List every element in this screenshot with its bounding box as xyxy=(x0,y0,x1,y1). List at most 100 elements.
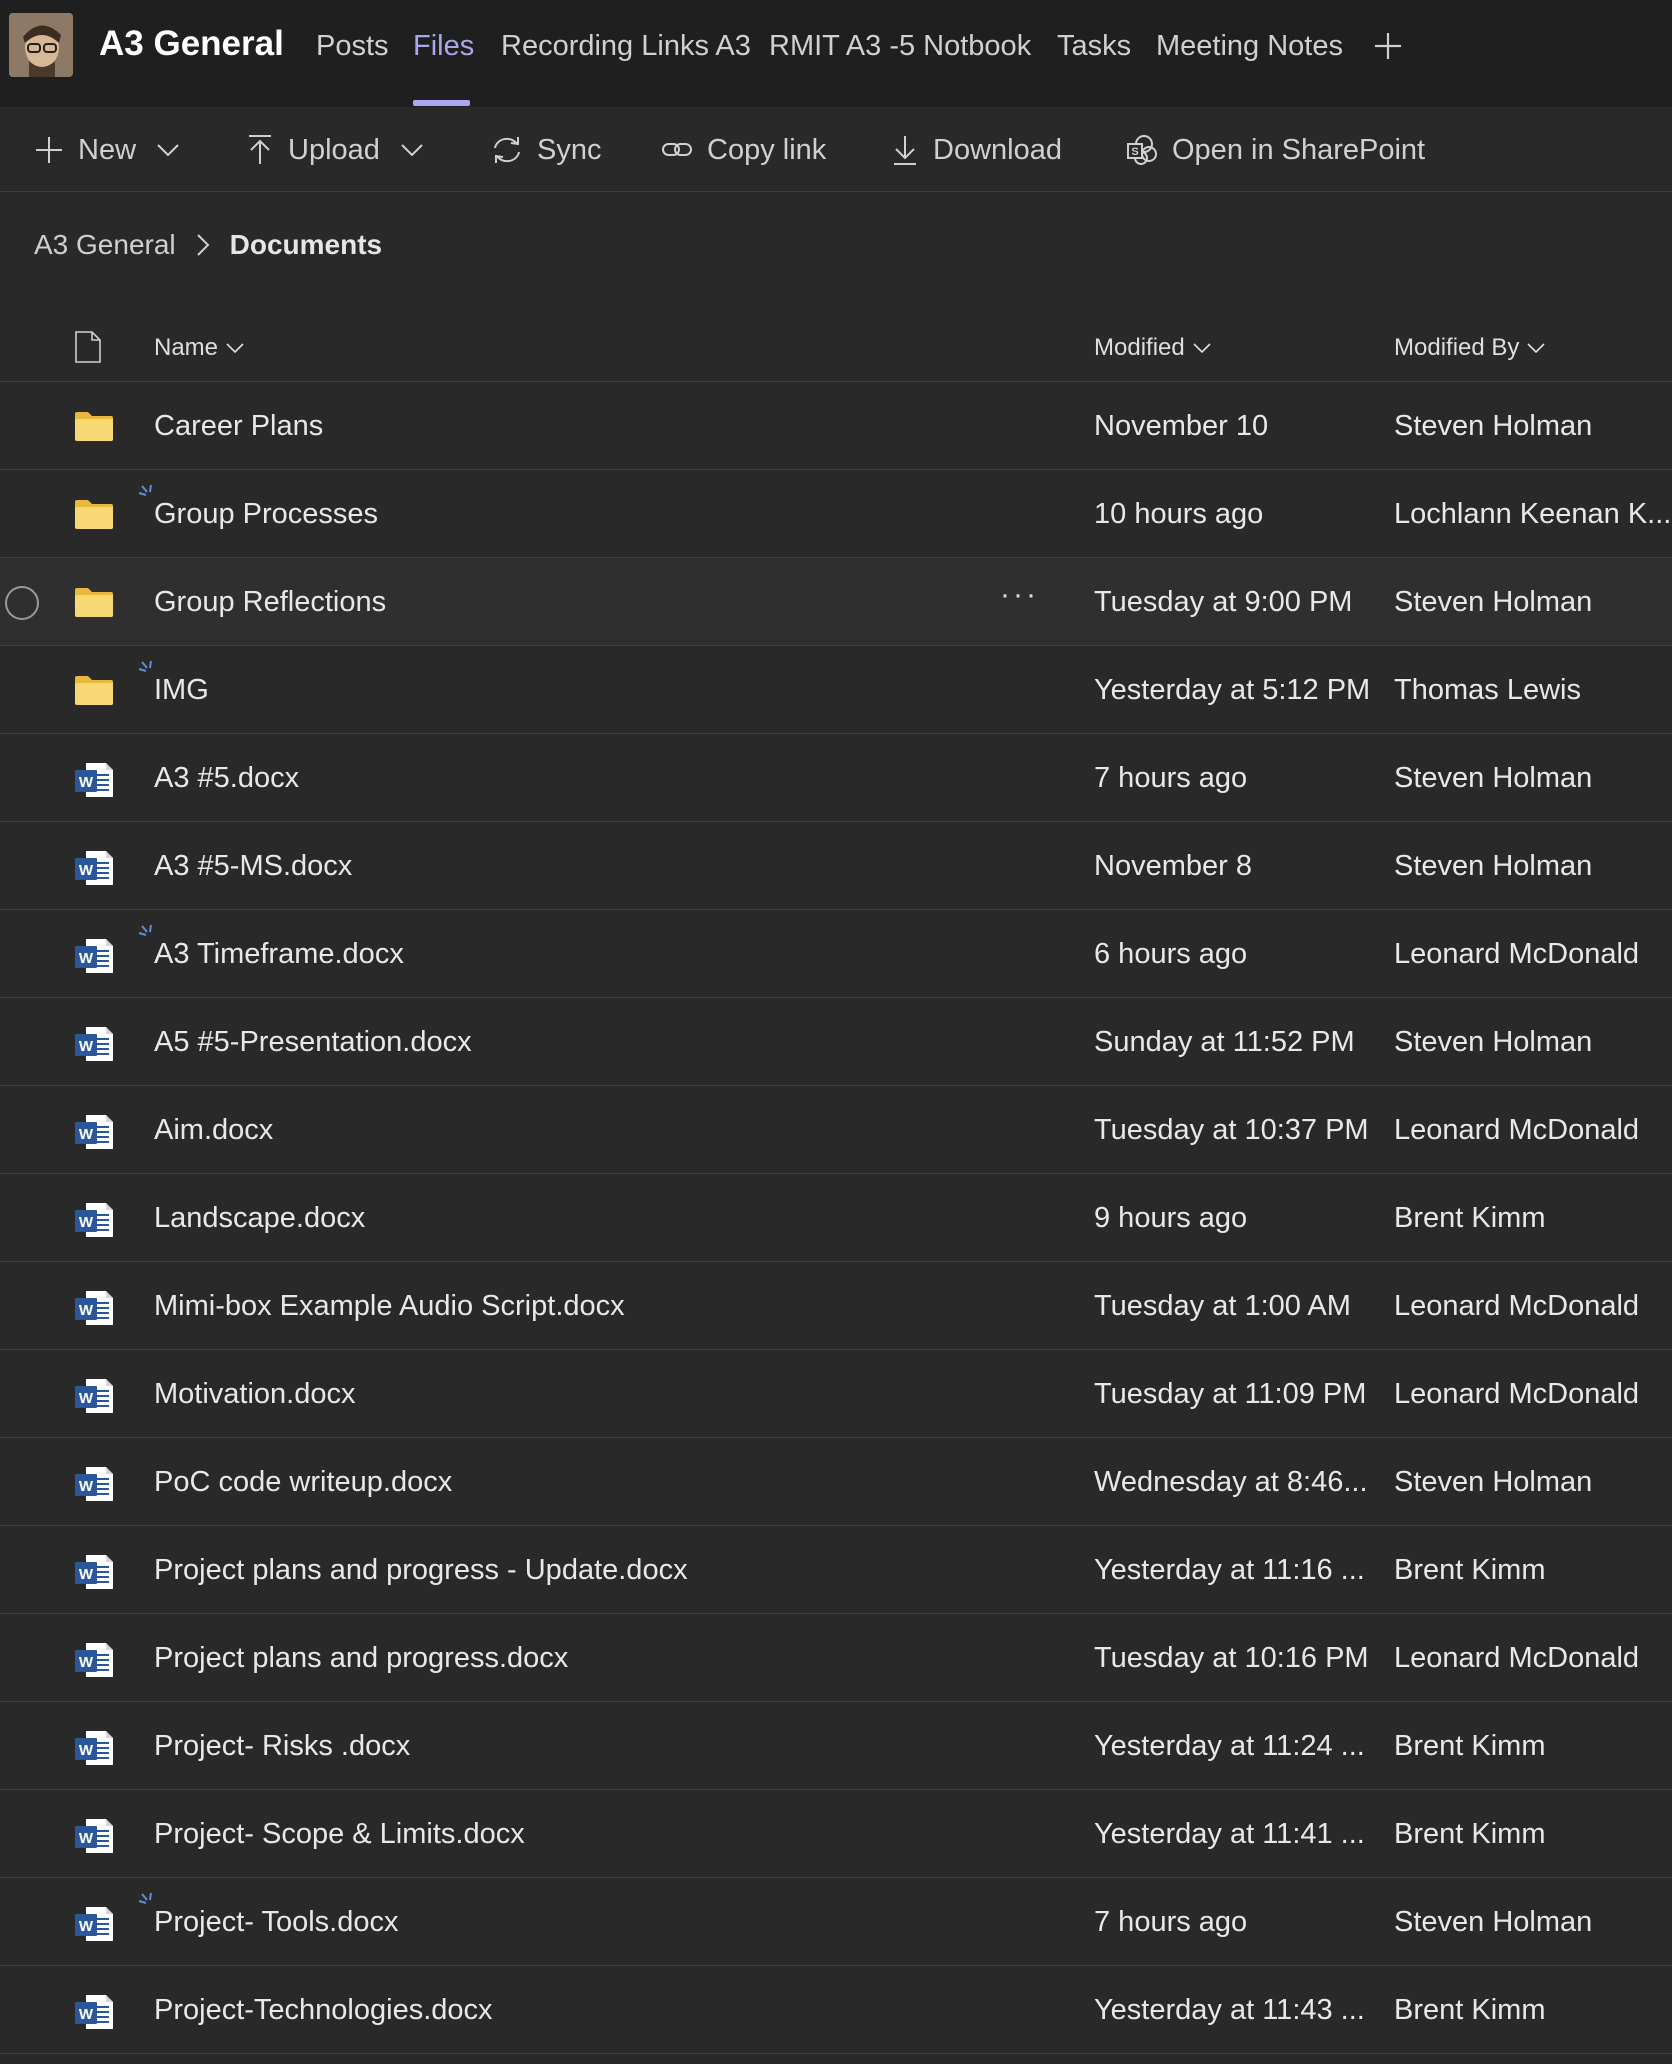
file-modified: Yesterday at 11:24 ... xyxy=(1094,1730,1365,1762)
word-document-icon: W xyxy=(74,1994,114,2029)
file-name[interactable]: Project- Tools.docx xyxy=(154,1906,398,1939)
file-name[interactable]: Project-Technologies.docx xyxy=(154,1994,493,2027)
column-header-modified-by[interactable]: Modified By xyxy=(1394,334,1545,362)
folder-row[interactable]: IMG Yesterday at 5:12 PM Thomas Lewis xyxy=(0,646,1672,734)
file-name[interactable]: Project- Risks .docx xyxy=(154,1730,410,1763)
tab-files[interactable]: Files xyxy=(413,30,474,63)
folder-row[interactable]: Career Plans November 10 Steven Holman xyxy=(0,382,1672,470)
more-options-button[interactable]: ··· xyxy=(1000,578,1039,612)
column-header-name[interactable]: Name xyxy=(154,334,244,362)
file-name[interactable]: Project plans and progress.docx xyxy=(154,1642,568,1675)
file-rows: Career Plans November 10 Steven Holman Grou… xyxy=(0,382,1672,2054)
svg-text:S: S xyxy=(1131,146,1138,158)
file-modified-by: Leonard McDonald xyxy=(1394,1642,1640,1674)
word-document-icon: W xyxy=(74,938,114,973)
word-document-icon: W xyxy=(74,1818,114,1853)
file-name[interactable]: A3 #5-MS.docx xyxy=(154,850,352,883)
file-name[interactable]: Project- Scope & Limits.docx xyxy=(154,1818,525,1851)
chevron-down-icon xyxy=(156,143,180,157)
file-modified: Sunday at 11:52 PM xyxy=(1094,1026,1355,1058)
file-modified: Yesterday at 11:41 ... xyxy=(1094,1818,1365,1850)
file-name[interactable]: Aim.docx xyxy=(154,1114,273,1147)
file-modified-by: Steven Holman xyxy=(1394,586,1593,618)
file-modified: November 10 xyxy=(1094,410,1269,442)
file-name[interactable]: Landscape.docx xyxy=(154,1202,365,1235)
tab-tasks[interactable]: Tasks xyxy=(1057,30,1131,63)
file-name[interactable]: Group Processes xyxy=(154,498,378,531)
file-row[interactable]: W Project-Technologies.docx Yesterday at 1… xyxy=(0,1966,1672,2054)
folder-row[interactable]: Group Reflections ··· Tuesday at 9:00 PM St… xyxy=(0,558,1672,646)
svg-text:W: W xyxy=(79,1302,94,1319)
breadcrumb: A3 General Documents xyxy=(34,225,382,265)
svg-text:W: W xyxy=(79,1478,94,1495)
file-row[interactable]: W Project- Scope & Limits.docx Yesterday a… xyxy=(0,1790,1672,1878)
svg-text:W: W xyxy=(79,1830,94,1847)
file-modified-by: Steven Holman xyxy=(1394,1466,1593,1498)
file-type-column-icon[interactable] xyxy=(74,330,102,369)
breadcrumb-parent[interactable]: A3 General xyxy=(34,229,176,261)
file-row[interactable]: W Mimi-box Example Audio Script.docx Tuesd… xyxy=(0,1262,1672,1350)
new-button[interactable]: New xyxy=(34,128,180,172)
sync-icon xyxy=(491,135,523,165)
file-name[interactable]: A5 #5-Presentation.docx xyxy=(154,1026,472,1059)
new-label: New xyxy=(78,133,137,166)
file-row[interactable]: W A3 Timeframe.docx 6 hours ago Leonard McD… xyxy=(0,910,1672,998)
file-modified-by: Steven Holman xyxy=(1394,1906,1593,1938)
row-select-radio[interactable] xyxy=(5,586,39,620)
tab-posts[interactable]: Posts xyxy=(316,30,389,63)
plus-icon xyxy=(1375,33,1401,59)
file-name[interactable]: IMG xyxy=(154,674,209,707)
sharepoint-icon: S xyxy=(1126,134,1158,166)
file-row[interactable]: W A3 #5.docx 7 hours ago Steven Holman xyxy=(0,734,1672,822)
tab-meeting-notes[interactable]: Meeting Notes xyxy=(1156,30,1343,63)
file-modified: 7 hours ago xyxy=(1094,1906,1248,1938)
file-modified: Tuesday at 10:16 PM xyxy=(1094,1642,1369,1674)
tab-recording-links[interactable]: Recording Links A3 xyxy=(501,30,751,63)
copy-link-button[interactable]: Copy link xyxy=(661,128,826,172)
svg-text:W: W xyxy=(79,774,94,791)
file-name[interactable]: Motivation.docx xyxy=(154,1378,356,1411)
file-row[interactable]: W Project- Risks .docx Yesterday at 11:24 … xyxy=(0,1702,1672,1790)
word-document-icon: W xyxy=(74,1730,114,1765)
upload-button[interactable]: Upload xyxy=(246,128,424,172)
file-row[interactable]: W Motivation.docx Tuesday at 11:09 PM Leona… xyxy=(0,1350,1672,1438)
word-document-icon: W xyxy=(74,1378,114,1413)
file-row[interactable]: W A3 #5-MS.docx November 8 Steven Holman xyxy=(0,822,1672,910)
file-modified-by: Leonard McDonald xyxy=(1394,1378,1640,1410)
file-name[interactable]: Project plans and progress - Update.docx xyxy=(154,1554,688,1587)
add-tab-button[interactable] xyxy=(1372,30,1404,62)
open-in-sharepoint-button[interactable]: S Open in SharePoint xyxy=(1126,128,1425,172)
file-modified-by: Leonard McDonald xyxy=(1394,1290,1640,1322)
team-avatar[interactable] xyxy=(9,13,73,77)
file-name[interactable]: Mimi-box Example Audio Script.docx xyxy=(154,1290,625,1323)
file-row[interactable]: W PoC code writeup.docx Wednesday at 8:46.… xyxy=(0,1438,1672,1526)
svg-text:W: W xyxy=(79,1126,94,1143)
file-name[interactable]: A3 Timeframe.docx xyxy=(154,938,404,971)
file-row[interactable]: W Project- Tools.docx 7 hours ago Steven Ho… xyxy=(0,1878,1672,1966)
file-row[interactable]: W Project plans and progress.docx Tuesday … xyxy=(0,1614,1672,1702)
link-icon xyxy=(661,138,693,162)
svg-text:W: W xyxy=(79,2006,94,2023)
file-name[interactable]: Group Reflections xyxy=(154,586,386,619)
chevron-down-icon xyxy=(226,343,244,353)
sync-button[interactable]: Sync xyxy=(491,128,601,172)
file-row[interactable]: W Landscape.docx 9 hours ago Brent Kimm xyxy=(0,1174,1672,1262)
file-row[interactable]: W Project plans and progress - Update.doc… xyxy=(0,1526,1672,1614)
download-button[interactable]: Download xyxy=(891,128,1062,172)
column-header-modified[interactable]: Modified xyxy=(1094,334,1211,362)
file-modified-by: Steven Holman xyxy=(1394,1026,1593,1058)
file-modified-by: Steven Holman xyxy=(1394,410,1593,442)
file-name[interactable]: Career Plans xyxy=(154,410,323,443)
tab-notebook[interactable]: RMIT A3 -5 Notbook xyxy=(769,30,1031,63)
folder-row[interactable]: Group Processes 10 hours ago Lochlann Keen… xyxy=(0,470,1672,558)
team-header: A3 General Posts Files Recording Links A… xyxy=(0,0,1672,107)
file-row[interactable]: W Aim.docx Tuesday at 10:37 PM Leonard McDo… xyxy=(0,1086,1672,1174)
svg-text:W: W xyxy=(79,1390,94,1407)
folder-icon xyxy=(74,498,114,532)
file-name[interactable]: PoC code writeup.docx xyxy=(154,1466,452,1499)
svg-text:W: W xyxy=(79,1214,94,1231)
file-row[interactable]: W A5 #5-Presentation.docx Sunday at 11:52 … xyxy=(0,998,1672,1086)
file-modified-by: Lochlann Keenan K... xyxy=(1394,498,1672,530)
file-name[interactable]: A3 #5.docx xyxy=(154,762,299,795)
file-modified: Yesterday at 11:43 ... xyxy=(1094,1994,1365,2026)
